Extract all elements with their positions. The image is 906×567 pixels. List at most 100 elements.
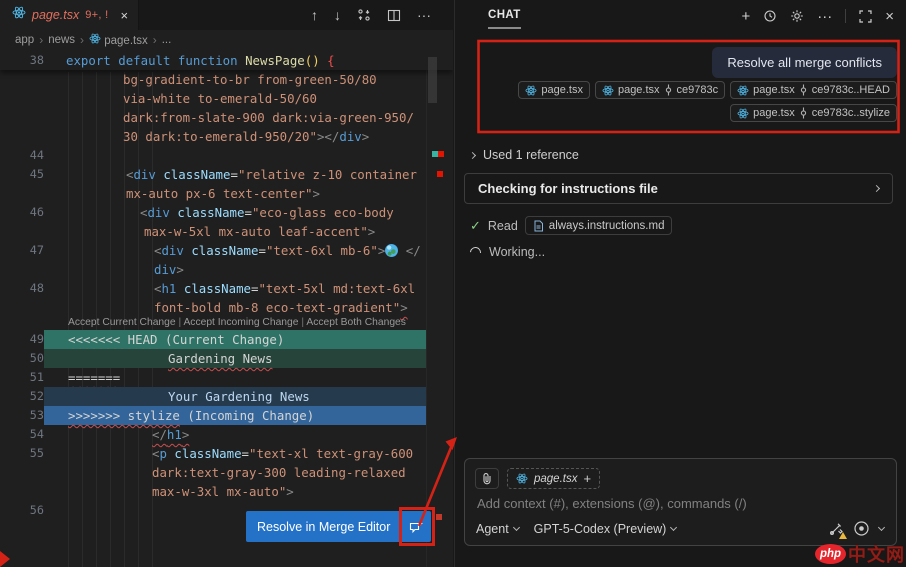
mode-picker[interactable]: Agent: [476, 522, 520, 536]
line-number: 46: [29, 205, 44, 219]
new-chat-icon[interactable]: +: [741, 9, 750, 24]
code-line: font-bold mb-8 eco-text-gradient">: [0, 298, 453, 317]
codelens-action[interactable]: Accept Both Changes: [306, 317, 406, 328]
codelens-action[interactable]: Accept Current Change: [68, 317, 176, 328]
editor-actions: ↑ ↓ ···: [311, 0, 453, 30]
line-number: 47: [29, 243, 44, 257]
tab-filename: page.tsx: [32, 8, 80, 22]
chevron-down-icon[interactable]: [877, 523, 886, 532]
code-line: 52 Your Gardening News: [0, 387, 453, 406]
tab-chat[interactable]: CHAT: [488, 9, 521, 29]
code-line: 49 <<<<<<< HEAD (Current Change): [0, 330, 453, 349]
check-icon: ✓: [470, 217, 481, 233]
context-chip[interactable]: page.tsx ce9783c: [594, 81, 726, 99]
chat-input-container[interactable]: page.tsx + Agent GPT-5-Codex (Preview): [464, 458, 897, 546]
chevron-right-icon: [872, 184, 881, 193]
input-toolbar: Agent GPT-5-Codex (Preview): [476, 520, 886, 539]
used-references-toggle[interactable]: Used 1 reference: [468, 148, 579, 162]
stop-request-button[interactable]: [853, 520, 870, 537]
breadcrumb-item[interactable]: ...: [162, 34, 172, 46]
request-attachment-chips: page.tsx page.tsx ce9783c page.tsx ce9783c..…: [500, 81, 897, 122]
context-chip[interactable]: page.tsx ce9783c..HEAD: [730, 81, 897, 99]
configure-tools-icon[interactable]: [829, 522, 847, 539]
sticky-scroll-line[interactable]: 38 export default function NewsPage() {: [0, 50, 453, 70]
attached-file-chip[interactable]: page.tsx +: [507, 468, 601, 489]
line-number: [0, 89, 44, 108]
code-line: 30 dark:to-emerald-950/20"></div>: [0, 127, 453, 146]
code-line: 48 <h1 className="text-5xl md:text-6xl: [0, 279, 453, 298]
context-chip[interactable]: page.tsx: [518, 81, 590, 99]
history-icon[interactable]: [763, 9, 777, 23]
codelens-action[interactable]: Accept Incoming Change: [183, 317, 298, 328]
sticky-code: export default function NewsPage() {: [66, 52, 335, 68]
working-status-row: Working...: [467, 244, 545, 260]
open-changes-icon[interactable]: [357, 8, 371, 22]
code-line: dark:text-gray-300 leading-relaxed: [0, 463, 453, 482]
split-editor-icon[interactable]: [387, 9, 401, 22]
context-chip[interactable]: page.tsx ce9783c..stylize: [730, 104, 897, 122]
tab-page-tsx[interactable]: page.tsx 9+, ! ×: [0, 0, 140, 30]
code-line: dark:from-slate-900 dark:via-green-950/: [0, 108, 453, 127]
attachments-row: page.tsx +: [465, 459, 896, 489]
spinner-icon: [467, 244, 484, 260]
code-line: 53 >>>>>>> stylize (Incoming Change): [0, 406, 453, 425]
code-line: 44: [0, 146, 453, 165]
code-line: 47 <div className="text-6xl mb-6"> </: [0, 241, 453, 260]
instructions-file-chip[interactable]: always.instructions.md: [524, 216, 673, 235]
maximize-panel-icon[interactable]: [859, 9, 872, 23]
add-attachment-icon[interactable]: +: [583, 471, 591, 486]
merge-codelens: Accept Current Change | Accept Incoming …: [68, 317, 406, 328]
line-number: 45: [29, 167, 44, 181]
chat-message-input[interactable]: [469, 496, 879, 511]
settings-gear-icon[interactable]: [790, 9, 804, 23]
attach-context-button[interactable]: [475, 468, 499, 489]
breadcrumb: app › news › page.tsx ›...: [0, 30, 453, 50]
line-number: [0, 222, 44, 241]
more-actions-icon[interactable]: ···: [817, 9, 832, 24]
line-number: 48: [29, 281, 44, 295]
php-cn-watermark: php 中文网: [815, 541, 905, 567]
chat-panel-header: CHAT + ··· ×: [455, 0, 906, 32]
model-picker[interactable]: GPT-5-Codex (Preview): [534, 522, 678, 536]
overview-marker-error-2: [437, 171, 443, 177]
more-actions-icon[interactable]: ···: [417, 7, 431, 23]
line-number: 38: [29, 53, 44, 67]
vscode-window: page.tsx 9+, ! × ↑ ↓ ··· app › news › page.…: [0, 0, 906, 567]
close-panel-icon[interactable]: ×: [885, 9, 894, 24]
php-logo: php: [815, 544, 846, 564]
breadcrumb-item[interactable]: page.tsx: [89, 33, 148, 47]
resolve-button-label[interactable]: Resolve in Merge Editor: [246, 511, 401, 542]
resolve-in-merge-editor-button[interactable]: Resolve in Merge Editor: [246, 507, 436, 546]
breadcrumb-separator-icon: ›: [80, 33, 85, 47]
code-line: 45 <div className="relative z-10 containe…: [0, 165, 453, 184]
line-number: [0, 298, 44, 317]
line-number: 44: [29, 148, 44, 162]
read-file-row: ✓ Read always.instructions.md: [470, 216, 673, 235]
code-line: div>: [0, 260, 453, 279]
line-number: [0, 482, 44, 501]
line-number: [0, 108, 44, 127]
code-line: max-w-3xl mx-auto">: [0, 482, 453, 501]
breadcrumb-separator-icon: ›: [39, 33, 44, 47]
tab-problems-badge: 9+, !: [85, 9, 109, 21]
line-number: [0, 70, 44, 89]
code-line: bg-gradient-to-br from-green-50/80: [0, 70, 453, 89]
code-editor[interactable]: 38 export default function NewsPage() { …: [0, 50, 453, 567]
chat-header-actions: + ··· ×: [741, 9, 894, 24]
close-tab-icon[interactable]: ×: [120, 9, 128, 22]
line-number: [0, 260, 44, 279]
progress-step-box[interactable]: Checking for instructions file: [464, 173, 893, 204]
code-line: 55 <p className="text-xl text-gray-600: [0, 444, 453, 463]
scrollbar-thumb[interactable]: [428, 57, 437, 103]
breadcrumb-item[interactable]: news: [48, 34, 75, 46]
navigate-down-icon[interactable]: ↓: [334, 7, 341, 23]
navigate-back-up-icon[interactable]: ↑: [311, 7, 318, 23]
breadcrumb-item[interactable]: app: [15, 34, 34, 46]
line-number: 51: [29, 370, 44, 384]
line-number: [0, 463, 44, 482]
line-number: 49: [29, 332, 44, 346]
breadcrumb-separator-icon: ›: [152, 33, 157, 47]
line-number: [0, 127, 44, 146]
resolve-with-copilot-icon[interactable]: [399, 507, 436, 546]
react-file-icon: [12, 6, 26, 24]
